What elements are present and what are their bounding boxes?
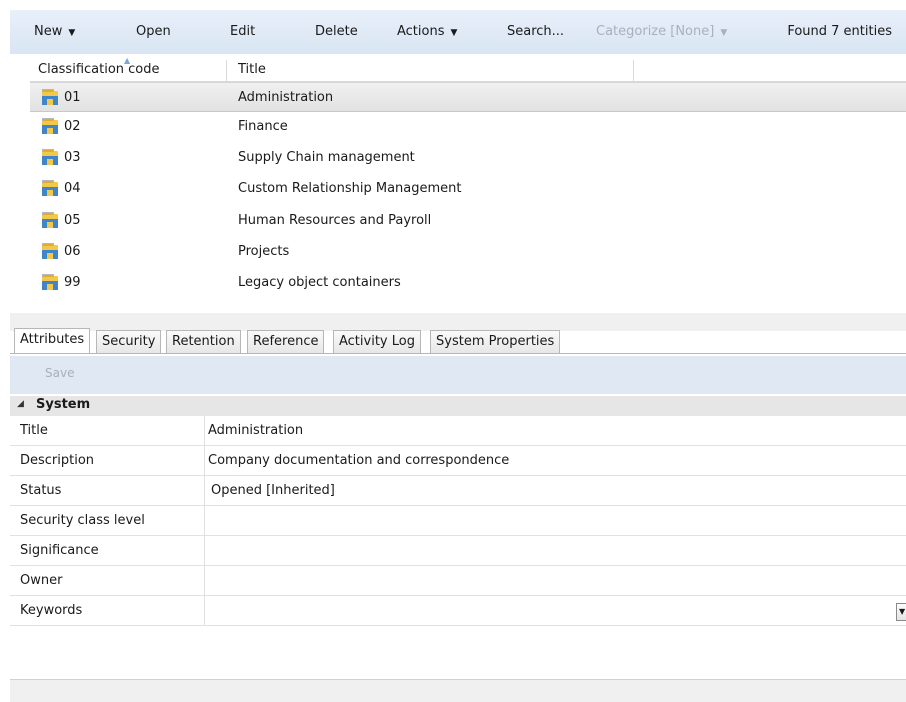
folder-icon [42,180,58,196]
folder-icon [42,212,58,228]
column-divider [204,476,205,506]
table-row[interactable]: 03 Supply Chain management [30,143,906,173]
property-row-keywords[interactable]: Keywords ▼ [10,596,906,626]
dropdown-arrow-icon: ▼ [450,28,458,38]
tab-security[interactable]: Security [96,330,162,354]
table-row[interactable]: 01 Administration [30,82,906,112]
property-name: Status [20,483,62,498]
table-row[interactable]: 05 Human Resources and Payroll [30,206,906,236]
categorize-label: Categorize [None] [596,24,715,39]
folder-icon [42,89,58,105]
folder-icon [42,243,58,259]
row-code: 01 [64,90,81,105]
dropdown-arrow-icon: ▼ [68,28,76,38]
folder-icon [42,149,58,165]
folder-icon [42,274,58,290]
edit-button[interactable]: Edit [230,10,255,54]
property-row-owner[interactable]: Owner [10,566,906,596]
row-code: 05 [64,213,81,228]
chevron-down-icon: ▼ [899,607,906,616]
column-divider [204,416,205,446]
table-row[interactable]: 04 Custom Relationship Management [30,174,906,204]
property-name: Description [20,453,95,468]
table-row[interactable]: 02 Finance [30,112,906,142]
column-divider [204,506,205,536]
row-code-cell: 01 [42,83,81,113]
sort-ascending-icon: ▲ [124,56,131,65]
property-name: Title [20,423,48,438]
column-header-label: Classification code [38,62,160,77]
row-code: 02 [64,119,81,134]
search-button[interactable]: Search... [507,10,564,54]
property-name: Security class level [20,513,145,528]
row-code: 06 [64,244,81,259]
row-code-cell: 03 [42,143,81,173]
property-row-status[interactable]: Status Opened [Inherited] [10,476,906,506]
folder-icon [42,118,58,134]
toolbar: New ▼ Open Edit Delete Actions ▼ Search...… [10,10,906,54]
table-row[interactable]: 99 Legacy object containers [30,268,906,298]
property-row-significance[interactable]: Significance [10,536,906,566]
table-row[interactable]: 06 Projects [30,237,906,267]
tab-activity-log[interactable]: Activity Log [333,330,421,354]
row-code-cell: 06 [42,237,81,267]
row-title: Finance [238,119,288,134]
row-title: Administration [238,90,334,105]
tab-reference[interactable]: Reference [247,330,325,354]
property-value[interactable]: Opened [Inherited] [211,476,335,506]
status-bar [10,679,906,702]
column-header-classification-code[interactable]: ▲ Classification code [38,56,160,82]
row-title: Projects [238,244,290,259]
property-name: Owner [20,573,63,588]
column-divider [204,446,205,476]
keywords-dropdown-button[interactable]: ▼ [896,603,906,621]
row-code: 03 [64,150,81,165]
property-value[interactable]: Company documentation and correspondence [208,446,509,476]
new-button[interactable]: New ▼ [34,10,75,54]
row-code-cell: 05 [42,206,81,236]
row-title: Legacy object containers [238,275,401,290]
tab-retention[interactable]: Retention [166,330,241,354]
dropdown-arrow-icon: ▼ [720,28,728,38]
delete-button[interactable]: Delete [315,10,358,54]
save-bar: Save [10,356,906,394]
actions-button[interactable]: Actions ▼ [397,10,457,54]
save-button[interactable]: Save [45,366,74,380]
property-row-description[interactable]: Description Company documentation and co… [10,446,906,476]
tabstrip-background [10,313,906,331]
new-label: New [34,24,63,39]
tab-divider [10,353,906,354]
row-code-cell: 99 [42,268,81,298]
entity-count-status: Found 7 entities [787,24,892,39]
collapse-triangle-icon: ◢ [17,399,24,409]
row-code-cell: 04 [42,174,81,204]
open-button[interactable]: Open [136,10,171,54]
section-label: System [36,397,91,412]
property-row-security-class-level[interactable]: Security class level [10,506,906,536]
actions-label: Actions [397,24,445,39]
categorize-button[interactable]: Categorize [None] ▼ [596,10,727,54]
grid-header: ▲ Classification code Title [30,56,906,82]
row-title: Supply Chain management [238,150,415,165]
tab-system-properties[interactable]: System Properties [430,330,561,354]
column-resize-handle[interactable] [633,60,634,82]
property-name: Keywords [20,603,83,618]
property-row-title[interactable]: Title Administration [10,416,906,446]
column-divider [204,566,205,596]
column-resize-handle[interactable] [226,60,227,82]
row-code: 99 [64,275,81,290]
property-value[interactable]: Administration [208,416,303,446]
row-title: Human Resources and Payroll [238,213,432,228]
column-divider [204,596,205,626]
row-title: Custom Relationship Management [238,181,462,196]
property-name: Significance [20,543,99,558]
row-code-cell: 02 [42,112,81,142]
column-header-title[interactable]: Title [238,58,266,82]
section-header-system[interactable]: ◢ System [10,396,906,416]
row-code: 04 [64,181,81,196]
detail-panel: Attributes Security Retention Reference … [10,313,906,702]
tab-attributes[interactable]: Attributes [14,328,91,354]
column-divider [204,536,205,566]
